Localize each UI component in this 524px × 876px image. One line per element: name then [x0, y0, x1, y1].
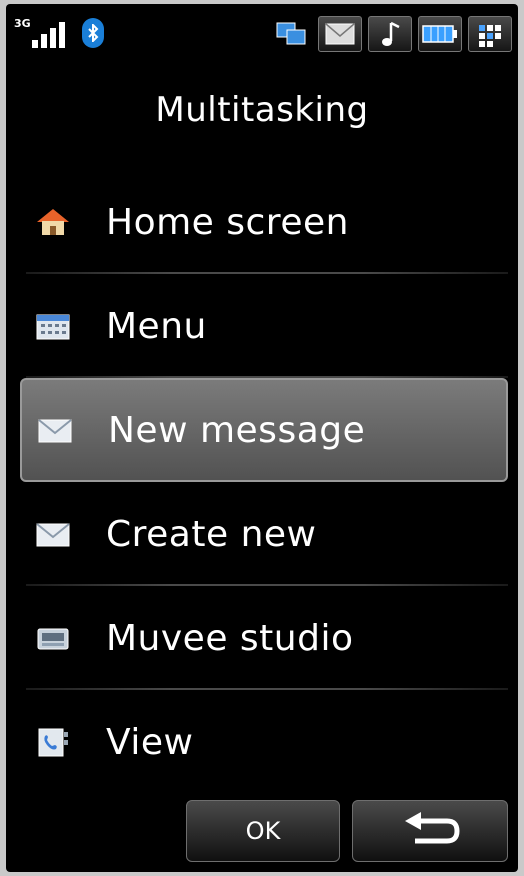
menu-grid-icon	[34, 310, 72, 342]
signal-strength-icon	[32, 20, 72, 48]
home-icon	[34, 206, 72, 238]
ok-button[interactable]: OK	[186, 800, 340, 862]
status-bar: 3G	[6, 4, 518, 64]
music-icon[interactable]	[368, 16, 412, 52]
menu-item-label: Menu	[106, 305, 207, 347]
menu-item-menu[interactable]: Menu	[6, 274, 518, 378]
menu-item-create-new[interactable]: Create new	[6, 482, 518, 586]
envelope-icon	[34, 518, 72, 550]
muvee-studio-icon	[34, 622, 72, 654]
menu-item-label: New message	[108, 409, 366, 451]
softkey-bar: OK	[6, 800, 518, 862]
page-title: Multitasking	[155, 90, 369, 130]
message-icon[interactable]	[318, 16, 362, 52]
contact-card-icon	[34, 726, 72, 758]
back-button[interactable]	[352, 800, 508, 862]
grid-icon[interactable]	[468, 16, 512, 52]
menu-item-label: View	[106, 721, 194, 763]
multitasking-icon[interactable]	[270, 16, 312, 52]
envelope-icon	[36, 414, 74, 446]
menu-item-new-message[interactable]: New message	[20, 378, 508, 482]
menu-list: Home screen Menu New message Create new …	[6, 170, 518, 794]
bluetooth-icon	[82, 18, 104, 48]
menu-item-label: Home screen	[106, 201, 349, 243]
menu-item-view[interactable]: View	[6, 690, 518, 794]
menu-item-label: Create new	[106, 513, 317, 555]
phone-screen: 3G Multitasking Home screen Menu New mes…	[6, 4, 518, 872]
menu-item-muvee-studio[interactable]: Muvee studio	[6, 586, 518, 690]
network-type: 3G	[14, 17, 31, 30]
menu-item-label: Muvee studio	[106, 617, 354, 659]
battery-icon	[418, 16, 462, 52]
menu-item-home-screen[interactable]: Home screen	[6, 170, 518, 274]
